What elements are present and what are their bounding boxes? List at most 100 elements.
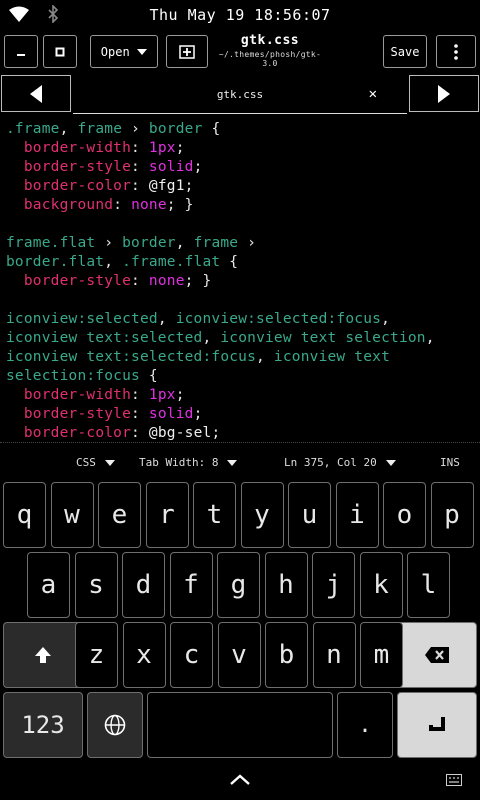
code-token: none: [131, 197, 167, 213]
cursor-position-selector[interactable]: Ln 375, Col 20: [284, 456, 396, 469]
code-token: iconview:selected:focus: [175, 311, 382, 327]
key-a[interactable]: a: [27, 552, 70, 618]
tab-bar: gtk.css ✕: [0, 74, 480, 114]
insert-mode-indicator[interactable]: INS: [440, 456, 460, 469]
key-n[interactable]: n: [312, 622, 356, 688]
tab-label: gtk.css: [216, 87, 264, 101]
code-line[interactable]: frame.flat › border, frame ›: [6, 234, 435, 253]
document-title: gtk.css: [240, 33, 300, 48]
code-line[interactable]: border.flat, .frame.flat {: [6, 253, 435, 272]
code-token: @bg-sel: [148, 425, 212, 441]
tab-width-selector[interactable]: Tab Width: 8: [139, 456, 238, 469]
key-b[interactable]: b: [265, 622, 308, 688]
code-line[interactable]: background: none; }: [6, 196, 435, 215]
key-g[interactable]: g: [217, 552, 260, 618]
period-key[interactable]: .: [337, 692, 393, 758]
minimize-icon: [17, 53, 25, 56]
close-tab-icon[interactable]: ✕: [369, 86, 377, 102]
key-j[interactable]: j: [312, 552, 355, 618]
code-line[interactable]: [6, 215, 435, 234]
tab-next-button[interactable]: [409, 75, 479, 112]
tab-width-label: Tab Width: 8: [139, 456, 219, 469]
code-line[interactable]: border-style: none; }: [6, 272, 435, 291]
code-line[interactable]: border-width: 1px;: [6, 139, 435, 158]
key-m[interactable]: m: [360, 622, 403, 688]
key-k[interactable]: k: [359, 552, 403, 618]
key-e[interactable]: e: [98, 482, 141, 548]
key-t[interactable]: t: [193, 482, 236, 548]
save-label: Save: [390, 44, 420, 59]
code-token: solid: [148, 406, 194, 422]
key-l[interactable]: l: [407, 552, 450, 618]
key-r[interactable]: r: [145, 482, 189, 548]
tab-gtk-css[interactable]: gtk.css ✕: [73, 74, 407, 114]
code-token: {: [139, 368, 158, 384]
tab-prev-button[interactable]: [1, 75, 71, 112]
key-x[interactable]: x: [122, 622, 166, 688]
code-line[interactable]: .frame, frame › border {: [6, 120, 435, 139]
code-line[interactable]: iconview text:selected:focus, iconview t…: [6, 348, 435, 367]
code-line[interactable]: iconview text:selected, iconview text se…: [6, 329, 435, 348]
code-editor[interactable]: .frame, frame › border { border-width: 1…: [0, 114, 480, 444]
key-c[interactable]: c: [170, 622, 213, 688]
globe-icon: [104, 714, 126, 736]
save-button[interactable]: Save: [383, 35, 427, 68]
code-token: border-style: [23, 406, 132, 422]
code-line[interactable]: selection:focus {: [6, 367, 435, 386]
backspace-key[interactable]: [397, 622, 477, 688]
code-token: ,: [425, 330, 435, 346]
key-w[interactable]: w: [50, 482, 94, 548]
key-d[interactable]: d: [122, 552, 165, 618]
key-f[interactable]: f: [169, 552, 213, 618]
open-button[interactable]: Open: [90, 35, 158, 68]
key-u[interactable]: u: [288, 482, 331, 548]
minimize-button[interactable]: [4, 35, 38, 68]
key-h[interactable]: h: [264, 552, 308, 618]
key-s[interactable]: s: [74, 552, 118, 618]
more-vertical-icon: [454, 43, 458, 60]
code-token: iconview text:selected: [6, 330, 203, 346]
chevron-down-icon: [227, 459, 238, 466]
code-line[interactable]: border-color: @fg1;: [6, 177, 435, 196]
code-token: :: [131, 140, 149, 156]
menu-button[interactable]: [436, 35, 476, 68]
code-token: :: [131, 159, 149, 175]
code-token: ,: [256, 349, 274, 365]
key-q[interactable]: q: [3, 482, 46, 548]
code-line[interactable]: border-style: solid;: [6, 405, 435, 424]
key-i[interactable]: i: [335, 482, 379, 548]
code-line[interactable]: border-width: 1px;: [6, 386, 435, 405]
code-token: none: [148, 273, 185, 289]
chevron-up-icon[interactable]: [229, 774, 251, 786]
enter-key[interactable]: [397, 692, 477, 758]
space-key[interactable]: [147, 692, 333, 758]
code-text[interactable]: .frame, frame › border { border-width: 1…: [6, 120, 435, 443]
code-line[interactable]: border-color: @bg-sel;: [6, 424, 435, 443]
enter-icon: [429, 717, 445, 731]
code-token: ;: [175, 140, 185, 156]
key-y[interactable]: y: [240, 482, 284, 548]
maximize-button[interactable]: [43, 35, 77, 68]
key-p[interactable]: p: [430, 482, 474, 548]
language-key[interactable]: [87, 692, 143, 758]
window-title: gtk.css ~/.themes/phosh/gtk-3.0: [212, 33, 328, 68]
shift-key[interactable]: [3, 622, 83, 688]
code-token: {: [220, 254, 239, 270]
code-line[interactable]: border-style: solid;: [6, 158, 435, 177]
code-token: ,: [59, 121, 78, 137]
key-z[interactable]: z: [75, 622, 118, 688]
new-document-button[interactable]: [166, 35, 208, 68]
keyboard-icon[interactable]: [446, 774, 462, 786]
code-line[interactable]: [6, 291, 435, 310]
chevron-down-icon: [137, 48, 148, 55]
code-token: @fg1: [148, 178, 185, 194]
numbers-key[interactable]: 123: [3, 692, 83, 758]
language-selector[interactable]: CSS: [76, 456, 115, 469]
key-o[interactable]: o: [383, 482, 426, 548]
code-line[interactable]: iconview:selected, iconview:selected:foc…: [6, 310, 435, 329]
key-v[interactable]: v: [217, 622, 261, 688]
code-token: frame.flat: [6, 235, 96, 251]
